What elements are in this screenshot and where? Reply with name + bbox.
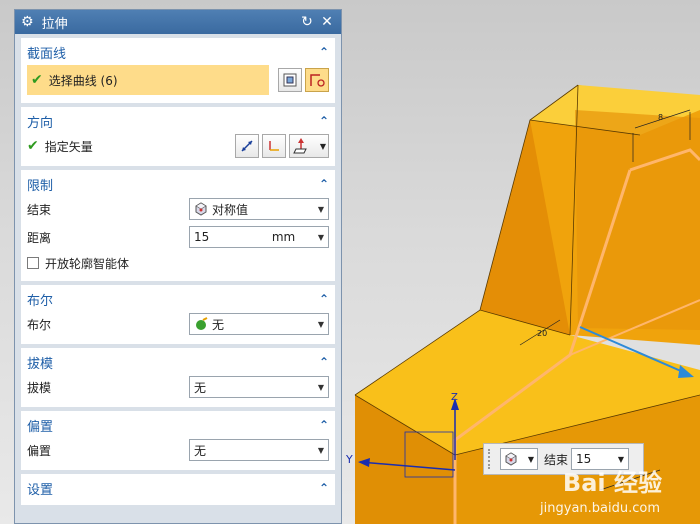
select-curve-row[interactable]: ✔ 选择曲线 (6)	[27, 65, 269, 95]
watermark-logo: Bai 经验	[562, 469, 662, 497]
direction-group: 方向 ⌃ ✔ 指定矢量 ▼	[21, 107, 335, 166]
solid-face	[575, 110, 700, 330]
boolean-header[interactable]: 布尔 ⌃	[21, 288, 335, 310]
boolean-group: 布尔 ⌃ 布尔 无 ▼	[21, 285, 335, 344]
sketch-icon	[283, 73, 297, 87]
reverse-direction-button[interactable]	[235, 134, 259, 158]
offset-value: 无	[194, 443, 207, 458]
distance-unit: mm	[271, 230, 296, 244]
distance-input[interactable]: 15 mm ▼	[189, 226, 329, 248]
direction-header[interactable]: 方向 ⌃	[21, 110, 335, 132]
close-icon[interactable]: ✕	[319, 14, 335, 30]
collapse-icon[interactable]: ⌃	[319, 481, 329, 495]
drag-handle[interactable]	[488, 449, 494, 469]
chevron-down-icon: ▼	[317, 204, 324, 214]
boolean-title: 布尔	[27, 293, 54, 309]
settings-title: 设置	[27, 482, 54, 498]
chevron-down-icon: ▼	[317, 382, 324, 392]
inferred-vector-button[interactable]: ▼	[289, 134, 329, 158]
select-curve-label: 选择曲线 (6)	[48, 73, 118, 88]
vector-icon	[269, 141, 279, 151]
offset-title: 偏置	[27, 419, 54, 435]
draft-group: 拔模 ⌃ 拔模 无 ▼	[21, 348, 335, 407]
axis-z-label: Z	[451, 392, 458, 403]
sketch-section-button[interactable]	[278, 68, 302, 92]
boolean-label: 布尔	[27, 317, 52, 332]
chevron-down-icon[interactable]: ▼	[318, 233, 324, 242]
offset-select[interactable]: 无 ▼	[189, 439, 329, 461]
limits-group: 限制 ⌃ 结束 对称值 ▼ 距离 15 mm ▼ 开放轮廓智能体	[21, 170, 335, 281]
settings-group: 设置 ⌃	[21, 474, 335, 505]
draft-value: 无	[194, 380, 207, 395]
watermark-url: jingyan.baidu.com	[540, 501, 660, 516]
vector-dialog-button[interactable]	[262, 134, 286, 158]
settings-header[interactable]: 设置 ⌃	[21, 477, 335, 499]
section-curve-title: 截面线	[27, 46, 67, 62]
distance-value[interactable]: 15	[194, 230, 272, 244]
draft-header[interactable]: 拔模 ⌃	[21, 351, 335, 373]
open-profile-checkbox[interactable]	[27, 257, 39, 269]
offset-header[interactable]: 偏置 ⌃	[21, 414, 335, 436]
chevron-down-icon: ▼	[319, 141, 326, 151]
gear-icon[interactable]: ⚙	[21, 14, 34, 30]
dimension-text: 20	[537, 329, 547, 338]
collapse-icon[interactable]: ⌃	[319, 292, 329, 306]
dialog-titlebar[interactable]: ⚙ 拉伸 ↻ ✕	[15, 10, 341, 34]
boolean-value: 无	[212, 317, 225, 332]
direction-title: 方向	[27, 115, 54, 131]
draft-title: 拔模	[27, 356, 54, 372]
end-type-select[interactable]: 对称值 ▼	[189, 198, 329, 220]
offset-label: 偏置	[27, 443, 52, 458]
offset-group: 偏置 ⌃ 偏置 无 ▼	[21, 411, 335, 470]
curve-icon	[310, 74, 325, 87]
end-type-mini-select[interactable]: ▼	[500, 448, 538, 470]
section-curve-header[interactable]: 截面线 ⌃	[21, 41, 335, 63]
end-label: 结束	[27, 202, 52, 217]
boolean-none-icon	[196, 317, 208, 330]
dimension-text: 8	[658, 113, 663, 122]
open-profile-label: 开放轮廓智能体	[45, 256, 130, 271]
inferred-vector-icon	[293, 138, 307, 154]
symmetric-value-icon	[195, 202, 207, 216]
collapse-icon[interactable]: ⌃	[319, 114, 329, 128]
end-type-value: 对称值	[212, 202, 249, 217]
dialog-title: 拉伸	[41, 16, 68, 32]
distance-label: 距离	[27, 230, 52, 245]
axis-y-label: Y	[345, 453, 353, 466]
chevron-down-icon: ▼	[527, 454, 534, 464]
limits-header[interactable]: 限制 ⌃	[21, 173, 335, 195]
reset-icon[interactable]: ↻	[299, 14, 315, 30]
limits-title: 限制	[27, 178, 54, 194]
draft-select[interactable]: 无 ▼	[189, 376, 329, 398]
draft-label: 拔模	[27, 380, 52, 395]
checkmark-icon: ✔	[27, 138, 39, 154]
extrude-dialog: ⚙ 拉伸 ↻ ✕ 截面线 ⌃ ✔ 选择曲线 (6) 方向 ⌃ ✔ 指定矢量 ▼ …	[14, 9, 342, 524]
symmetric-value-icon	[505, 452, 517, 466]
section-curve-group: 截面线 ⌃ ✔ 选择曲线 (6)	[21, 38, 335, 103]
reverse-direction-icon	[241, 140, 253, 152]
chevron-down-icon: ▼	[317, 319, 324, 329]
curve-select-button[interactable]	[305, 68, 329, 92]
collapse-icon[interactable]: ⌃	[319, 177, 329, 191]
chevron-down-icon: ▼	[317, 445, 324, 455]
boolean-select[interactable]: 无 ▼	[189, 313, 329, 335]
checkmark-icon: ✔	[31, 72, 43, 88]
collapse-icon[interactable]: ⌃	[319, 355, 329, 369]
collapse-icon[interactable]: ⌃	[319, 45, 329, 59]
collapse-icon[interactable]: ⌃	[319, 418, 329, 432]
specify-vector-label: 指定矢量	[44, 139, 93, 154]
